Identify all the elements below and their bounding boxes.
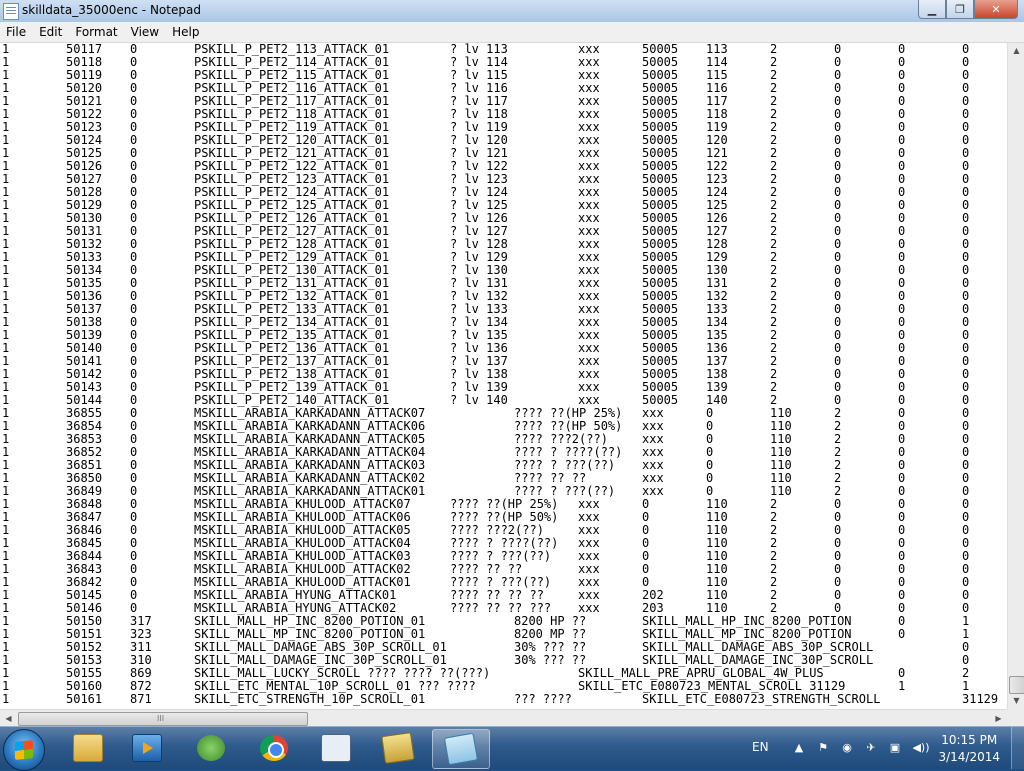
start-button[interactable] [3,729,45,771]
tools-icon [381,732,415,764]
horizontal-scroll-thumb[interactable]: III [18,712,308,726]
scroll-grip: III [157,714,165,723]
taskbar: EN ▲ ⚑ ◉ ✈ ▣ ◀)) 10:15 PM 3/14/2014 [0,726,1024,771]
text-cell: 871 [130,692,152,706]
text-cell: SKILL_ETC_E080723_STRENGTH_SCROLL [642,692,881,706]
text-cell: SKILL_ETC_STRENGTH_10P_SCROLL_01 [194,692,426,706]
taskbar-explorer[interactable] [60,729,116,767]
menu-format[interactable]: Format [69,22,124,42]
network-globe-icon[interactable]: ◉ [840,741,854,755]
window-title: skilldata_35000enc - Notepad [22,3,201,17]
menu-view[interactable]: View [125,22,166,42]
taskbar-network-app[interactable] [183,729,239,767]
show-hidden-icons-icon[interactable]: ▲ [792,741,806,755]
vertical-scroll-thumb[interactable] [1009,676,1024,694]
action-center-flag-icon[interactable]: ⚑ [816,741,830,755]
taskbar-tools-app[interactable] [370,729,426,767]
notepad-app-icon[interactable] [3,3,19,20]
taskbar-window-app[interactable] [308,729,364,767]
clock-time: 10:15 PM [941,733,998,747]
text-cell: 50161 [66,692,103,706]
text-cell: ? lv 140 [450,393,508,407]
text-cell: 0 [898,627,906,641]
title-bar[interactable]: skilldata_35000enc - Notepad ▁ ❐ ✕ [0,0,1024,23]
close-button[interactable]: ✕ [974,0,1018,19]
language-indicator[interactable]: EN [752,740,769,754]
notepad-icon [443,732,479,766]
menu-help[interactable]: Help [166,22,206,42]
media-icon [132,734,162,762]
menu-bar: File Edit Format View Help [0,22,1024,43]
folder-icon [73,734,103,762]
text-cell: 1 [2,692,10,706]
scroll-left-arrow-icon[interactable]: ◀ [1,711,16,726]
text-cell: 30% ??? ?? [514,653,587,667]
maximize-button[interactable]: ❐ [946,0,974,19]
chrome-icon [260,735,288,761]
taskbar-chrome[interactable] [246,729,302,767]
system-clock[interactable]: 10:15 PM 3/14/2014 [938,732,1000,766]
menu-file[interactable]: File [0,22,33,42]
text-editor-area[interactable]: 1 50117 0 PSKILL_P_PET2_113_ATTACK_01? lv 1… [0,43,1007,709]
text-cell: ??? ???? [514,692,572,706]
scroll-right-arrow-icon[interactable]: ▶ [991,711,1006,726]
window-icon [321,734,351,762]
show-desktop-button[interactable] [1011,727,1024,769]
system-tray: EN ▲ ⚑ ◉ ✈ ▣ ◀)) 10:15 PM 3/14/2014 [724,727,1024,769]
horizontal-scrollbar[interactable]: ◀ III ▶ [0,709,1007,727]
taskbar-media-player[interactable] [119,729,175,767]
network-icon [197,735,225,761]
window-controls: ▁ ❐ ✕ [918,0,1018,19]
network-status-icon[interactable]: ▣ [888,741,902,755]
text-cell: 31129 [962,692,999,706]
vertical-scrollbar[interactable]: ▲ ▼ [1007,43,1024,709]
scrollbar-corner [1007,709,1024,726]
menu-edit[interactable]: Edit [33,22,69,42]
taskbar-notepad[interactable] [432,729,490,769]
text-cell: 1 [898,679,906,693]
minimize-button[interactable]: ▁ [918,0,946,19]
volume-icon[interactable]: ◀)) [910,741,932,755]
scroll-down-arrow-icon[interactable]: ▼ [1009,693,1024,709]
app-tray-icon[interactable]: ✈ [864,741,878,755]
clock-date: 3/14/2014 [938,750,1000,764]
scroll-up-arrow-icon[interactable]: ▲ [1009,43,1024,59]
